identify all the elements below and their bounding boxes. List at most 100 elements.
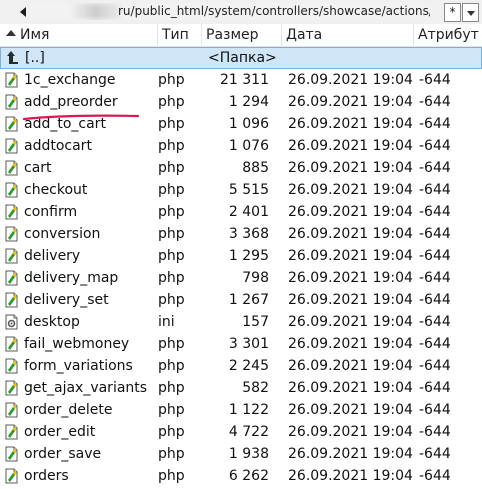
column-date-header[interactable]: Дата bbox=[282, 24, 414, 46]
file-name: 1c_exchange bbox=[24, 72, 116, 88]
file-date: 26.09.2021 19:04 bbox=[288, 116, 413, 132]
path-redacted-area bbox=[70, 4, 120, 19]
file-date: 26.09.2021 19:04 bbox=[288, 314, 413, 330]
file-type: php bbox=[158, 248, 185, 264]
php-file-icon bbox=[5, 72, 18, 88]
php-file-icon bbox=[5, 380, 18, 396]
file-size: 1 096 bbox=[228, 116, 269, 132]
file-name: delivery bbox=[24, 248, 81, 264]
file-name: addtocart bbox=[24, 138, 92, 154]
file-attributes: -644 bbox=[419, 182, 451, 198]
php-file-icon bbox=[5, 292, 18, 308]
file-type: php bbox=[158, 424, 185, 440]
file-type: php bbox=[158, 446, 185, 462]
file-attributes: -644 bbox=[419, 292, 451, 308]
column-attr-header[interactable]: Атрибут bbox=[414, 24, 482, 46]
file-row[interactable]: desktop ini 157 26.09.2021 19:04 -644 bbox=[0, 311, 482, 333]
path-field[interactable]: ru/public_html/system/controllers/showca… bbox=[30, 3, 430, 20]
file-date: 26.09.2021 19:04 bbox=[288, 182, 413, 198]
file-row[interactable]: add_preorder php 1 294 26.09.2021 19:04 -644 bbox=[0, 91, 482, 113]
file-row[interactable]: addtocart php 1 076 26.09.2021 19:04 -644 bbox=[0, 135, 482, 157]
file-name: confirm bbox=[24, 204, 78, 220]
ini-file-icon bbox=[5, 314, 18, 330]
file-type: php bbox=[158, 94, 185, 110]
file-type: php bbox=[158, 468, 185, 484]
file-attributes: -644 bbox=[419, 270, 451, 286]
file-row[interactable]: order_delete php 1 122 26.09.2021 19:04 -644 bbox=[0, 399, 482, 421]
parent-directory-name: [..] bbox=[25, 50, 45, 66]
filter-star-button[interactable]: * bbox=[444, 3, 461, 22]
php-file-icon bbox=[5, 204, 18, 220]
file-name: get_ajax_variants bbox=[24, 380, 148, 396]
file-name: delivery_set bbox=[24, 292, 109, 308]
file-name: cart bbox=[24, 160, 52, 176]
file-attributes: -644 bbox=[419, 446, 451, 462]
file-attributes: -644 bbox=[419, 204, 451, 220]
file-row[interactable]: fail_webmoney php 3 301 26.09.2021 19:04 -64… bbox=[0, 333, 482, 355]
file-type: php bbox=[158, 182, 185, 198]
file-size: 4 722 bbox=[228, 424, 269, 440]
file-size: 1 295 bbox=[228, 248, 269, 264]
file-type: php bbox=[158, 380, 185, 396]
file-type: ini bbox=[158, 314, 175, 330]
column-size-header[interactable]: Размер bbox=[202, 24, 282, 46]
file-date: 26.09.2021 19:04 bbox=[288, 138, 413, 154]
file-name: fail_webmoney bbox=[24, 336, 130, 352]
file-size: 582 bbox=[242, 380, 269, 396]
column-type-header[interactable]: Тип bbox=[158, 24, 202, 46]
history-dropdown-button[interactable] bbox=[462, 3, 479, 22]
file-size: 21 311 bbox=[220, 72, 269, 88]
file-date: 26.09.2021 19:04 bbox=[288, 248, 413, 264]
php-file-icon bbox=[5, 468, 18, 484]
file-date: 26.09.2021 19:04 bbox=[288, 336, 413, 352]
php-file-icon bbox=[5, 270, 18, 286]
file-date: 26.09.2021 19:04 bbox=[288, 270, 413, 286]
file-row[interactable]: order_save php 1 938 26.09.2021 19:04 -644 bbox=[0, 443, 482, 465]
parent-directory-row[interactable]: [..] <Папка> bbox=[0, 47, 482, 69]
php-file-icon bbox=[5, 336, 18, 352]
file-date: 26.09.2021 19:04 bbox=[288, 358, 413, 374]
column-name-label: Имя bbox=[20, 27, 50, 43]
file-row[interactable]: orders php 6 262 26.09.2021 19:04 -644 bbox=[0, 465, 482, 487]
file-name: desktop bbox=[24, 314, 80, 330]
file-attributes: -644 bbox=[419, 160, 451, 176]
file-row[interactable]: 1c_exchange php 21 311 26.09.2021 19:04 -644 bbox=[0, 69, 482, 91]
php-file-icon bbox=[5, 446, 18, 462]
file-attributes: -644 bbox=[419, 314, 451, 330]
file-row[interactable]: delivery_set php 1 267 26.09.2021 19:04 -644 bbox=[0, 289, 482, 311]
file-attributes: -644 bbox=[419, 336, 451, 352]
file-date: 26.09.2021 19:04 bbox=[288, 424, 413, 440]
file-attributes: -644 bbox=[419, 402, 451, 418]
file-row[interactable]: checkout php 5 515 26.09.2021 19:04 -644 bbox=[0, 179, 482, 201]
php-file-icon bbox=[5, 160, 18, 176]
file-attributes: -644 bbox=[419, 248, 451, 264]
file-name: delivery_map bbox=[24, 270, 119, 286]
file-row[interactable]: confirm php 2 401 26.09.2021 19:04 -644 bbox=[0, 201, 482, 223]
file-type: php bbox=[158, 160, 185, 176]
php-file-icon bbox=[5, 424, 18, 440]
back-arrow-icon[interactable] bbox=[20, 7, 26, 17]
file-row[interactable]: form_variations php 2 245 26.09.2021 19:04-… bbox=[0, 355, 482, 377]
file-size: 5 515 bbox=[228, 182, 269, 198]
file-size: 2 401 bbox=[228, 204, 269, 220]
file-date: 26.09.2021 19:04 bbox=[288, 94, 413, 110]
file-row[interactable]: conversion php 3 368 26.09.2021 19:04 -644 bbox=[0, 223, 482, 245]
file-attributes: -644 bbox=[419, 94, 451, 110]
sort-ascending-icon bbox=[6, 30, 16, 36]
file-date: 26.09.2021 19:04 bbox=[288, 226, 413, 242]
php-file-icon bbox=[5, 226, 18, 242]
column-name-header[interactable]: Имя bbox=[0, 24, 158, 46]
file-name: conversion bbox=[24, 226, 101, 242]
file-row[interactable]: get_ajax_variants php 582 26.09.2021 19:04-… bbox=[0, 377, 482, 399]
file-size: 3 368 bbox=[228, 226, 269, 242]
file-type: php bbox=[158, 336, 185, 352]
file-row[interactable]: order_edit php 4 722 26.09.2021 19:04 -644 bbox=[0, 421, 482, 443]
file-type: php bbox=[158, 138, 185, 154]
file-row[interactable]: cart php 885 26.09.2021 19:04 -644 bbox=[0, 157, 482, 179]
file-name: checkout bbox=[24, 182, 88, 198]
php-file-icon bbox=[5, 182, 18, 198]
file-size: 6 262 bbox=[228, 468, 269, 484]
file-row[interactable]: delivery_map php 798 26.09.2021 19:04 -644 bbox=[0, 267, 482, 289]
file-row[interactable]: delivery php 1 295 26.09.2021 19:04 -644 bbox=[0, 245, 482, 267]
file-size: 1 938 bbox=[228, 446, 269, 462]
